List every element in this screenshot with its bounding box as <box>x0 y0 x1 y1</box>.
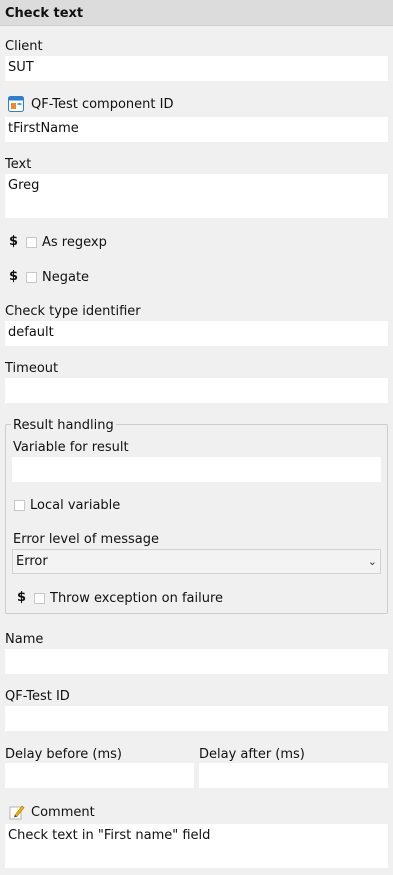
negate-label: Negate <box>42 270 90 285</box>
component-window-icon <box>8 96 24 112</box>
component-id-label: QF-Test component ID <box>31 97 174 112</box>
throw-exception-label: Throw exception on failure <box>50 591 224 606</box>
variable-input[interactable] <box>12 457 381 482</box>
variable-label: Variable for result <box>13 440 129 455</box>
delay-after-label: Delay after (ms) <box>199 747 305 762</box>
error-level-select[interactable]: Error ⌄ <box>12 549 381 574</box>
qftest-id-label: QF-Test ID <box>5 689 70 704</box>
delay-before-input[interactable] <box>5 763 194 788</box>
timeout-label: Timeout <box>5 361 59 376</box>
check-type-label: Check type identifier <box>5 304 141 319</box>
error-level-value: Error <box>16 554 48 569</box>
comment-textarea[interactable]: Check text in "First name" field <box>5 824 388 868</box>
name-label: Name <box>5 632 44 647</box>
delay-before-label: Delay before (ms) <box>5 747 122 762</box>
panel-title: Check text <box>0 0 393 26</box>
as-regexp-label: As regexp <box>42 235 107 250</box>
as-regexp-checkbox[interactable] <box>26 237 37 248</box>
qftest-id-input[interactable] <box>5 706 388 731</box>
dollar-toggle-icon[interactable]: $ <box>9 269 18 284</box>
text-label: Text <box>5 157 32 172</box>
component-id-input[interactable]: tFirstName <box>5 117 388 142</box>
timeout-input[interactable] <box>5 378 388 403</box>
local-variable-checkbox[interactable] <box>14 500 25 511</box>
comment-label: Comment <box>31 805 95 820</box>
client-label: Client <box>5 39 43 54</box>
dollar-toggle-icon[interactable]: $ <box>17 590 26 605</box>
error-level-label: Error level of message <box>13 532 159 547</box>
text-textarea[interactable]: Greg <box>5 174 388 218</box>
negate-checkbox[interactable] <box>26 272 37 283</box>
name-input[interactable] <box>5 649 388 674</box>
delay-after-input[interactable] <box>199 763 388 788</box>
pencil-note-icon <box>9 804 25 820</box>
check-type-input[interactable]: default <box>5 321 388 346</box>
dollar-toggle-icon[interactable]: $ <box>9 234 18 249</box>
chevron-down-icon: ⌄ <box>367 555 377 568</box>
result-handling-title: Result handling <box>11 418 116 433</box>
local-variable-label: Local variable <box>30 498 121 513</box>
client-input[interactable]: SUT <box>5 56 388 81</box>
throw-exception-checkbox[interactable] <box>34 593 45 604</box>
